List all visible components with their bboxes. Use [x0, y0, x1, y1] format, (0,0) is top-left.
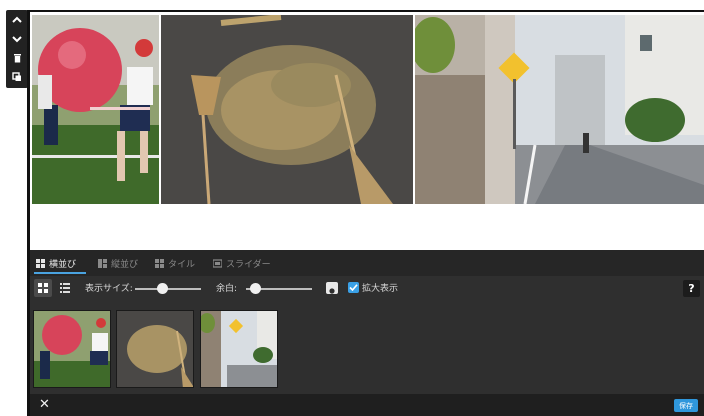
display-size-slider-handle[interactable] [157, 283, 169, 294]
display-size-label: 表示サイズ: [85, 284, 133, 294]
settings-button[interactable] [326, 282, 338, 294]
grid-view-icon [38, 283, 48, 293]
kids-ball-photo [32, 15, 159, 204]
block-toolbar [6, 10, 28, 88]
help-button[interactable]: ? [683, 280, 700, 297]
thumbnail-list [30, 306, 704, 392]
save-button[interactable]: 保存 [674, 399, 698, 412]
move-up-button[interactable] [6, 11, 28, 29]
chevron-down-icon [12, 36, 22, 43]
margin-slider-handle[interactable] [250, 283, 262, 294]
zoom-checkbox[interactable] [348, 282, 359, 293]
chevron-up-icon [12, 16, 22, 23]
thumbnail-2[interactable] [116, 310, 194, 388]
editor-footer: ✕ 保存 [30, 394, 704, 416]
leaves-brooms-thumbnail [117, 311, 193, 387]
grid-view-button[interactable] [34, 279, 52, 297]
tab-slider-label: スライダー [226, 259, 271, 270]
margin-label: 余白: [216, 284, 238, 294]
move-down-button[interactable] [6, 30, 28, 48]
display-controls: 表示サイズ: 余白: 拡大表示 ? [30, 276, 704, 300]
copy-icon [12, 72, 21, 81]
tile-icon [155, 258, 164, 268]
active-tab-indicator [34, 272, 86, 274]
zoom-label: 拡大表示 [362, 284, 399, 294]
tab-horizontal-label: 横並び [49, 259, 77, 270]
thumbnail-3[interactable] [200, 310, 278, 388]
preview-image-1[interactable] [32, 15, 159, 204]
grid-horizontal-icon [36, 258, 45, 268]
thumbnail-1[interactable] [33, 310, 111, 388]
list-view-icon [60, 283, 70, 293]
gear-icon [329, 288, 335, 294]
close-button[interactable]: ✕ [39, 397, 50, 412]
list-view-button[interactable] [56, 279, 74, 297]
gallery-editor-panel: 横並び 縦並び タイル スライダー 表示サイズ: 余白: 拡大表示 ? ✕ 保存 [30, 250, 704, 416]
duplicate-button[interactable] [6, 68, 28, 86]
leaves-brooms-photo [161, 15, 413, 204]
tab-horizontal[interactable]: 横並び [36, 254, 76, 272]
tab-vertical[interactable]: 縦並び [98, 254, 138, 272]
tab-vertical-label: 縦並び [111, 259, 139, 270]
kids-ball-thumbnail [34, 311, 110, 387]
delete-button[interactable] [6, 49, 28, 67]
tab-slider[interactable]: スライダー [213, 254, 271, 272]
checkmark-icon [349, 284, 358, 292]
preview-image-2[interactable] [161, 15, 413, 204]
trash-icon [13, 54, 21, 63]
tab-tile[interactable]: タイル [155, 254, 195, 272]
street-thumbnail [201, 311, 277, 387]
layout-tabs: 横並び 縦並び タイル スライダー [30, 250, 704, 276]
street-photo [415, 15, 704, 204]
tab-tile-label: タイル [168, 259, 196, 270]
grid-vertical-icon [98, 258, 107, 268]
preview-image-3[interactable] [415, 15, 704, 204]
gallery-preview [30, 10, 704, 252]
slider-icon [213, 258, 222, 268]
